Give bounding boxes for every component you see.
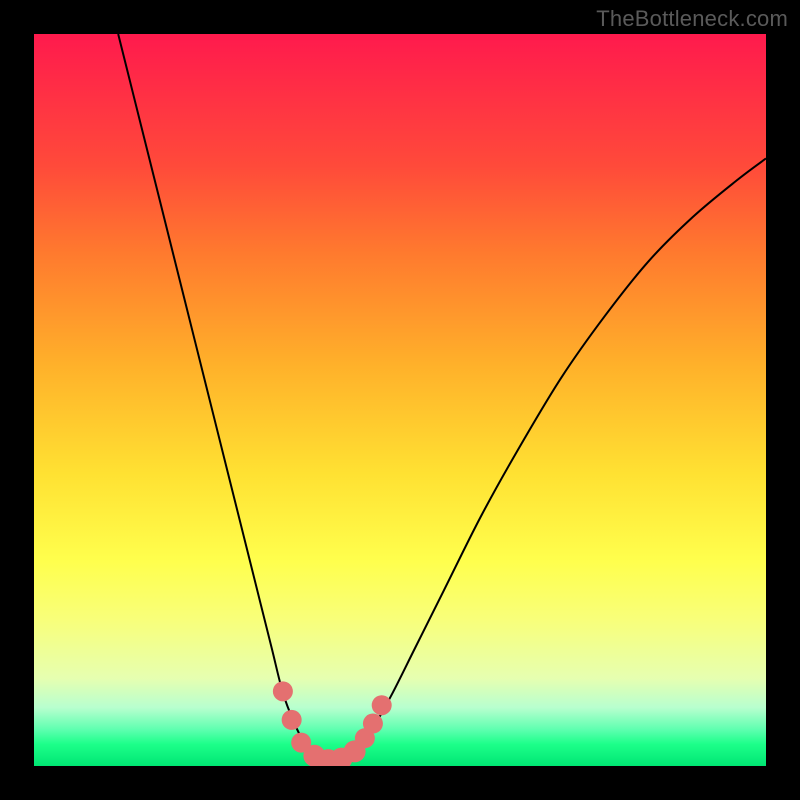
marker-point bbox=[372, 695, 392, 715]
curve-svg bbox=[34, 34, 766, 766]
bottleneck-curve bbox=[118, 34, 766, 764]
marker-point bbox=[282, 710, 302, 730]
chart-frame: TheBottleneck.com bbox=[0, 0, 800, 800]
marker-point bbox=[273, 681, 293, 701]
plot-area bbox=[34, 34, 766, 766]
marker-point bbox=[363, 714, 383, 734]
minimum-markers bbox=[273, 681, 392, 766]
watermark-text: TheBottleneck.com bbox=[596, 6, 788, 32]
